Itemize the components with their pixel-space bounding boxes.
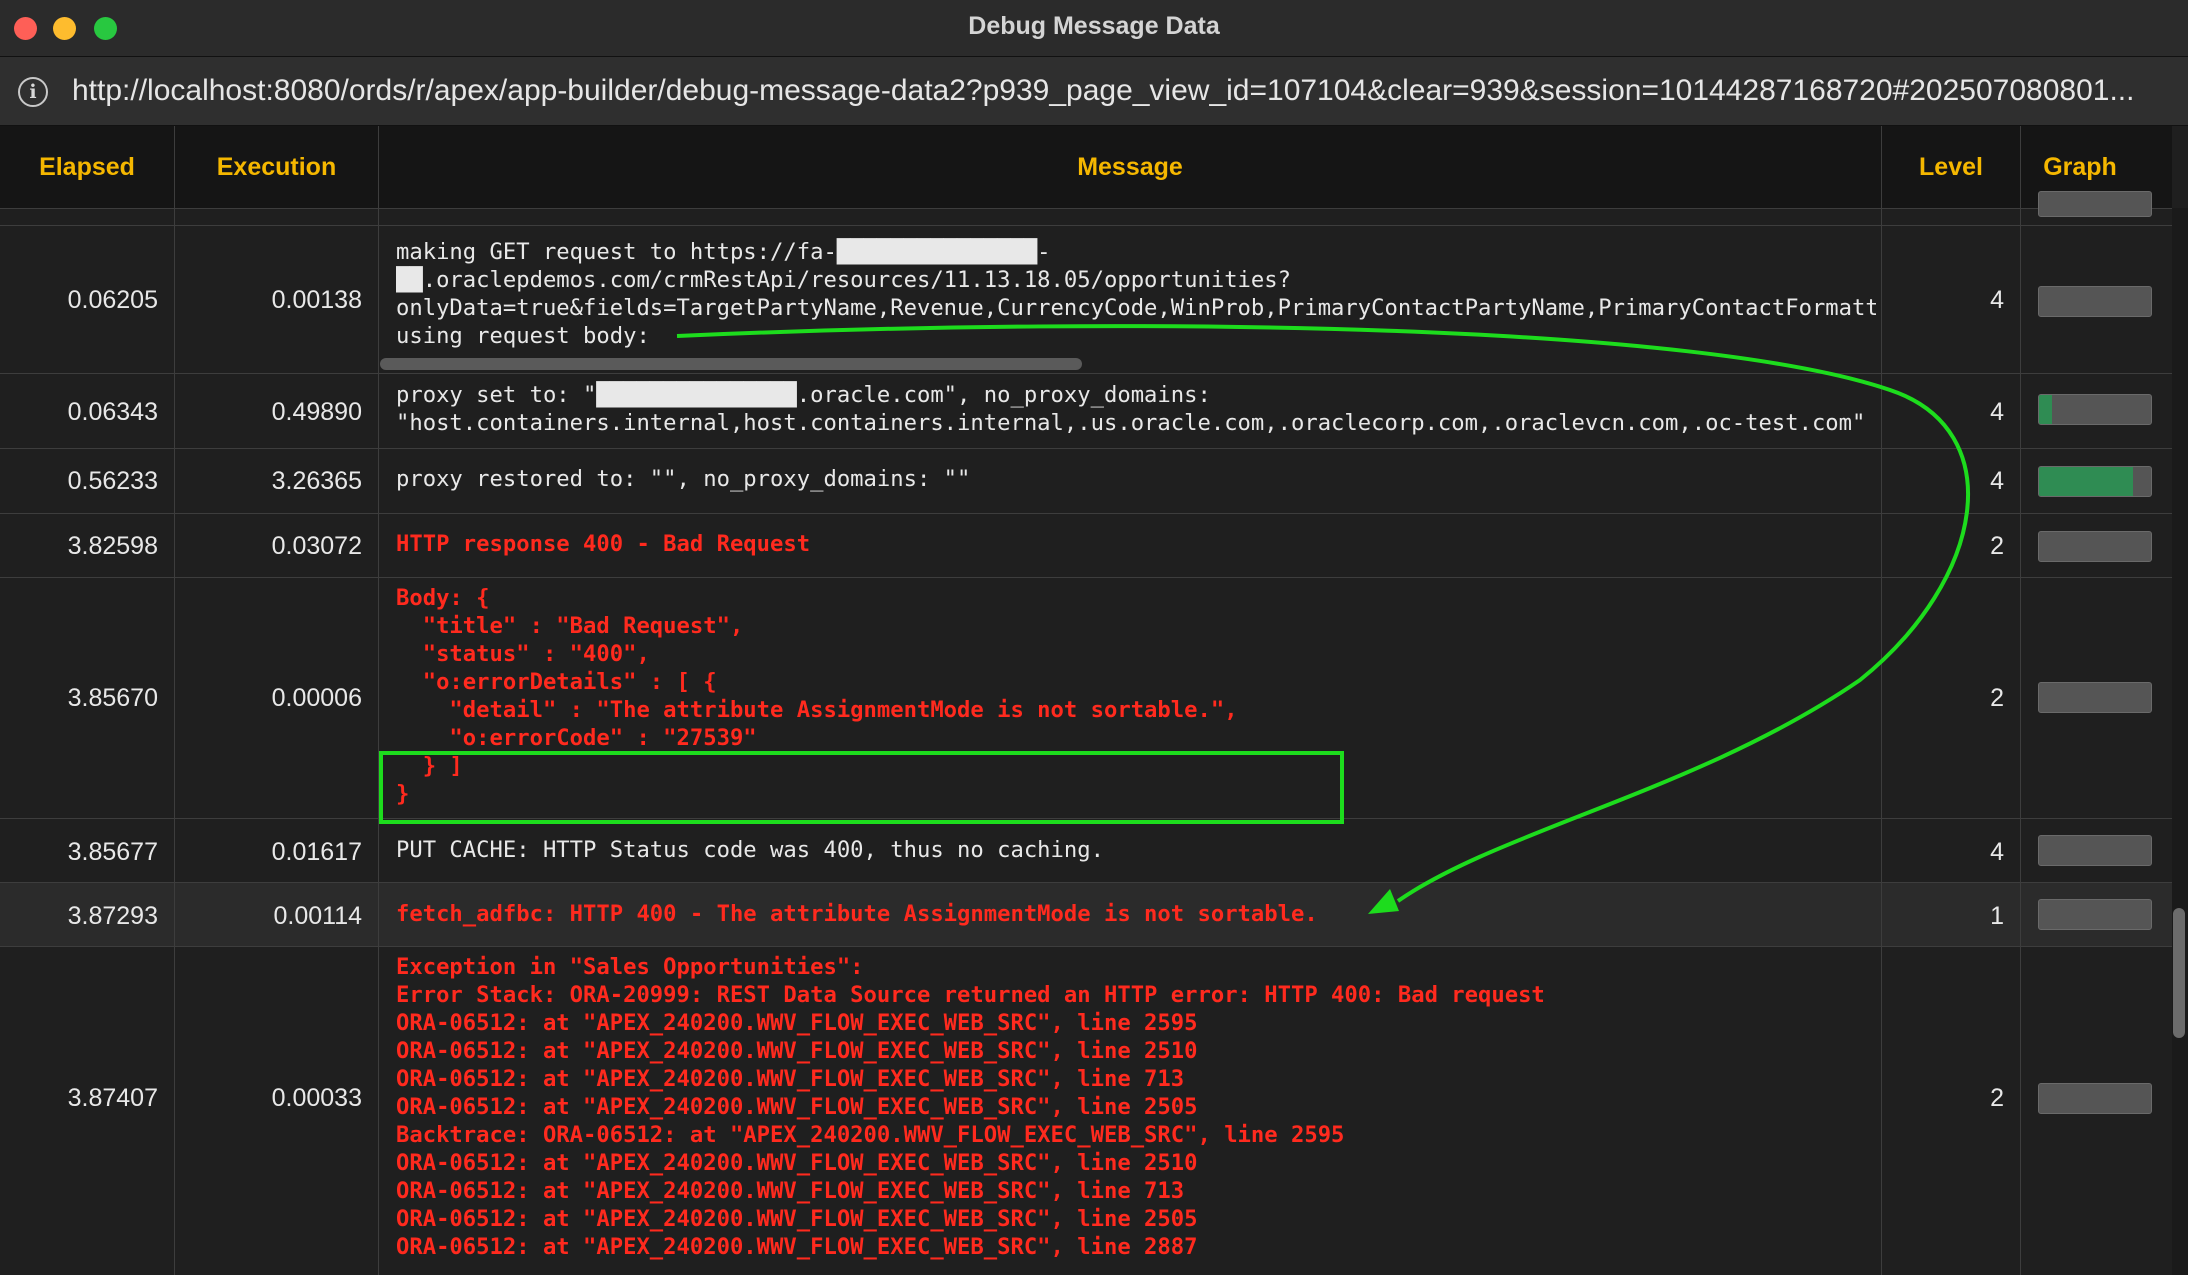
browser-window: Debug Message Data i http://localhost:80… (0, 0, 2188, 1275)
annotation-arrow-line (676, 324, 1970, 903)
annotation-arrow (676, 324, 1970, 914)
annotation-arrow-head (1368, 889, 1399, 914)
